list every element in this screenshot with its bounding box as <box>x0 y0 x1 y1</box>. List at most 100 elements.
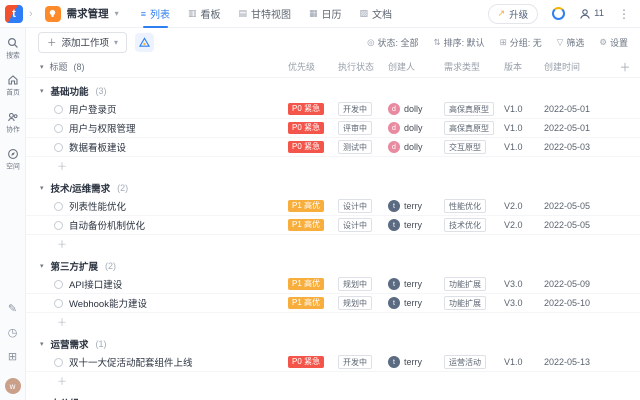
history-clock-icon[interactable]: ◷ <box>8 328 18 339</box>
task-title[interactable]: 用户与权限管理 <box>69 121 136 135</box>
column-creator[interactable]: 创建人 <box>388 60 444 73</box>
task-checkbox[interactable] <box>54 280 63 289</box>
more-menu-icon[interactable]: ⋮ <box>618 7 630 21</box>
add-row-button[interactable]: ＋ <box>26 313 640 329</box>
add-column-button[interactable]: ＋ <box>616 59 634 75</box>
project-switch-caret-icon[interactable]: ▾ <box>115 9 119 18</box>
version-value[interactable]: V3.0 <box>504 279 544 289</box>
task-checkbox[interactable] <box>54 221 63 230</box>
status-chip[interactable]: 开发中 <box>338 355 372 369</box>
type-chip[interactable]: 高保真原型 <box>444 102 494 116</box>
priority-badge[interactable]: P0 紧急 <box>288 122 324 134</box>
collapse-all-caret-icon[interactable]: ▾ <box>40 63 44 71</box>
version-value[interactable]: V2.0 <box>504 220 544 230</box>
status-chip[interactable]: 规划中 <box>338 277 372 291</box>
task-checkbox[interactable] <box>54 358 63 367</box>
filter-group[interactable]: ⊞ 分组: 无 <box>500 36 542 49</box>
sidebar-item-home[interactable]: 首页 <box>5 74 21 98</box>
column-title[interactable]: 标题 <box>50 60 68 73</box>
version-value[interactable]: V2.0 <box>504 201 544 211</box>
sidebar-item-collab[interactable]: 协作 <box>5 111 21 135</box>
group-caret-icon[interactable]: ▾ <box>40 87 44 95</box>
task-checkbox[interactable] <box>54 105 63 114</box>
task-title[interactable]: 双十一大促活动配套组件上线 <box>69 355 193 369</box>
table-row[interactable]: API接口建设 P1 高优 规划中 tterry 功能扩展 V3.0 2022-… <box>26 275 640 294</box>
version-value[interactable]: V1.0 <box>504 104 544 114</box>
task-checkbox[interactable] <box>54 143 63 152</box>
table-row[interactable]: 数据看板建设 P0 紧急 测试中 ddolly 交互原型 V1.0 2022-0… <box>26 138 640 157</box>
task-title[interactable]: 自动备份机制优化 <box>69 218 145 232</box>
creator-cell[interactable]: ddolly <box>388 141 444 153</box>
creator-cell[interactable]: tterry <box>388 356 444 368</box>
help-icon[interactable] <box>552 7 565 20</box>
table-row[interactable]: 自动备份机制优化 P1 高优 设计中 tterry 技术优化 V2.0 2022… <box>26 216 640 235</box>
column-created-time[interactable]: 创建时间 <box>544 60 616 73</box>
type-chip[interactable]: 功能扩展 <box>444 296 486 310</box>
status-chip[interactable]: 测试中 <box>338 140 372 154</box>
status-chip[interactable]: 设计中 <box>338 199 372 213</box>
upgrade-button[interactable]: ↗ 升级 <box>488 4 539 24</box>
table-row[interactable]: 双十一大促活动配套组件上线 P0 紧急 开发中 tterry 运营活动 V1.0… <box>26 353 640 372</box>
group-caret-icon[interactable]: ▾ <box>40 184 44 192</box>
user-avatar[interactable]: w <box>5 378 21 394</box>
table-row[interactable]: 列表性能优化 P1 高优 设计中 tterry 性能优化 V2.0 2022-0… <box>26 197 640 216</box>
tab-list[interactable]: ≡ 列表 <box>141 0 170 28</box>
group-header[interactable]: ▾ 第三方扩展 (2) <box>26 257 640 275</box>
task-checkbox[interactable] <box>54 299 63 308</box>
task-title[interactable]: 数据看板建设 <box>69 140 126 154</box>
version-value[interactable]: V1.0 <box>504 357 544 367</box>
task-title[interactable]: API接口建设 <box>69 277 122 291</box>
collapse-nav-icon[interactable]: › <box>29 8 33 20</box>
group-header[interactable]: ▾ 基础功能 (3) <box>26 82 640 100</box>
add-row-button[interactable]: ＋ <box>26 372 640 388</box>
status-chip[interactable]: 设计中 <box>338 218 372 232</box>
filter-status[interactable]: ◎ 状态: 全部 <box>367 36 418 49</box>
priority-badge[interactable]: P1 高优 <box>288 297 324 309</box>
feedback-pen-icon[interactable]: ✎ <box>8 304 17 315</box>
group-caret-icon[interactable]: ▾ <box>40 262 44 270</box>
type-chip[interactable]: 高保真原型 <box>444 121 494 135</box>
tab-docs[interactable]: ▨ 文档 <box>360 0 393 28</box>
filter-settings[interactable]: ⚙ 设置 <box>599 36 628 49</box>
add-row-button[interactable]: ＋ <box>26 157 640 173</box>
version-value[interactable]: V3.0 <box>504 298 544 308</box>
version-value[interactable]: V1.0 <box>504 123 544 133</box>
priority-badge[interactable]: P1 高优 <box>288 278 324 290</box>
task-title[interactable]: 列表性能优化 <box>69 199 126 213</box>
type-chip[interactable]: 交互原型 <box>444 140 486 154</box>
sidebar-item-search[interactable]: 搜索 <box>5 37 21 61</box>
sidebar-item-space[interactable]: 空间 <box>5 148 21 172</box>
priority-badge[interactable]: P1 高优 <box>288 219 324 231</box>
priority-badge[interactable]: P0 紧急 <box>288 141 324 153</box>
creator-cell[interactable]: ddolly <box>388 103 444 115</box>
task-checkbox[interactable] <box>54 202 63 211</box>
priority-badge[interactable]: P1 高优 <box>288 200 324 212</box>
type-chip[interactable]: 技术优化 <box>444 218 486 232</box>
type-chip[interactable]: 性能优化 <box>444 199 486 213</box>
column-status[interactable]: 执行状态 <box>338 60 388 73</box>
creator-cell[interactable]: ddolly <box>388 122 444 134</box>
creator-cell[interactable]: tterry <box>388 278 444 290</box>
tab-board[interactable]: ▥ 看板 <box>188 0 221 28</box>
tab-calendar[interactable]: ▦ 日历 <box>309 0 342 28</box>
column-type[interactable]: 需求类型 <box>444 60 504 73</box>
group-header[interactable]: ▾ 技术/运维需求 (2) <box>26 179 640 197</box>
tab-gantt[interactable]: ▤ 甘特视图 <box>238 0 291 28</box>
table-row[interactable]: Webhook能力建设 P1 高优 规划中 tterry 功能扩展 V3.0 2… <box>26 294 640 313</box>
column-version[interactable]: 版本 <box>504 60 544 73</box>
filter-filter[interactable]: ▽ 筛选 <box>557 36 585 49</box>
task-title[interactable]: 用户登录页 <box>69 102 117 116</box>
task-title[interactable]: Webhook能力建设 <box>69 296 147 310</box>
members-button[interactable]: 11 <box>579 8 604 20</box>
filter-sort[interactable]: ⇅ 排序: 默认 <box>434 36 485 49</box>
priority-badge[interactable]: P0 紧急 <box>288 103 324 115</box>
version-value[interactable]: V1.0 <box>504 142 544 152</box>
creator-cell[interactable]: tterry <box>388 219 444 231</box>
add-row-button[interactable]: ＋ <box>26 235 640 251</box>
priority-badge[interactable]: P0 紧急 <box>288 356 324 368</box>
task-checkbox[interactable] <box>54 124 63 133</box>
status-chip[interactable]: 评审中 <box>338 121 372 135</box>
group-header[interactable]: ▾ 运营需求 (1) <box>26 335 640 353</box>
app-logo-icon[interactable]: t <box>5 5 23 23</box>
add-work-item-button[interactable]: ＋ 添加工作项 ▾ <box>38 32 127 53</box>
